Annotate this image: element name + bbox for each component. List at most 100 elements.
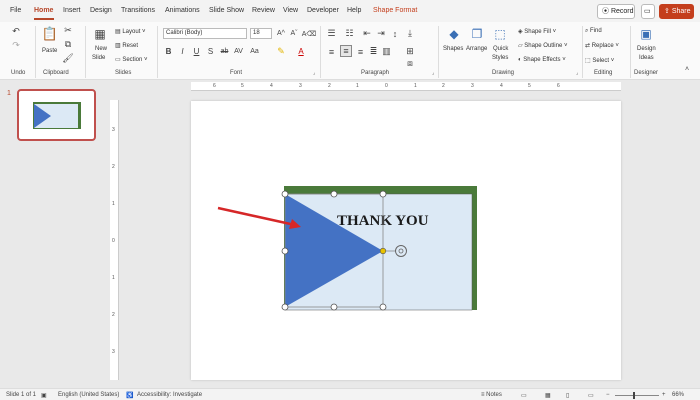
tab-slide-show[interactable]: Slide Show (209, 7, 244, 14)
shapes-button[interactable]: Shapes (443, 46, 463, 52)
text-direction-icon[interactable]: ⤓ (405, 28, 415, 38)
shape-effects-button[interactable]: ◐ Shape Effects ˅ (518, 57, 566, 63)
resize-handle[interactable] (379, 303, 387, 311)
format-painter-icon[interactable]: 🖌 (62, 53, 73, 63)
resize-handle[interactable] (379, 190, 387, 198)
align-left-icon[interactable]: ≡ (326, 46, 337, 57)
justify-icon[interactable]: ≣ (368, 46, 379, 57)
tab-animations[interactable]: Animations (165, 7, 200, 14)
find-button[interactable]: ⌕ Find (585, 28, 602, 35)
resize-handle[interactable] (330, 303, 338, 311)
select-button[interactable]: ⬚ Select ˅ (585, 57, 614, 64)
resize-handle[interactable] (281, 190, 289, 198)
zoom-slider-thumb[interactable] (633, 392, 635, 399)
tab-help[interactable]: Help (347, 7, 361, 14)
change-case-icon[interactable]: Aa (249, 46, 260, 56)
paragraph-dialog-launcher-icon[interactable]: ⌟ (432, 70, 434, 76)
quick-styles-label-2[interactable]: Styles (492, 55, 508, 61)
underline-icon[interactable]: U (192, 46, 201, 56)
align-text-icon[interactable]: ⊞ (405, 46, 415, 57)
strikethrough-icon[interactable]: ab (219, 46, 230, 56)
reset-button[interactable]: ▥ Reset (115, 42, 138, 49)
share-button[interactable]: ⇪ Share (659, 4, 694, 19)
reading-view-icon[interactable]: ▯ (566, 392, 569, 399)
language-status[interactable]: English (United States) (58, 392, 119, 398)
cut-icon[interactable]: ✂ (63, 25, 73, 35)
slide-sorter-icon[interactable]: ▦ (545, 392, 551, 399)
adjustment-handle[interactable] (379, 247, 387, 255)
tab-review[interactable]: Review (252, 7, 275, 14)
paste-button[interactable]: Paste (42, 48, 57, 54)
increase-font-icon[interactable]: A^ (276, 29, 286, 38)
drawing-dialog-launcher-icon[interactable]: ⌟ (576, 70, 578, 76)
shapes-icon[interactable]: ◆ (446, 26, 462, 42)
new-slide-label-2[interactable]: Slide (92, 55, 105, 61)
design-ideas-icon[interactable]: ▣ (638, 26, 654, 42)
decrease-indent-icon[interactable]: ⇤ (362, 28, 372, 38)
tab-design[interactable]: Design (90, 7, 112, 14)
zoom-level[interactable]: 66% (672, 392, 684, 398)
new-slide-icon[interactable]: ▦ (92, 25, 108, 43)
quick-styles-label-1[interactable]: Quick (493, 46, 508, 52)
decrease-font-icon[interactable]: Aˇ (289, 29, 299, 38)
line-spacing-icon[interactable]: ↕ (390, 29, 400, 39)
font-size-dropdown[interactable]: 18 (250, 28, 272, 39)
zoom-in-icon[interactable]: + (662, 392, 666, 398)
slide-thumbnail[interactable] (17, 89, 96, 141)
tab-home[interactable]: Home (34, 7, 53, 14)
slideshow-view-icon[interactable]: ▭ (588, 392, 594, 399)
font-dialog-launcher-icon[interactable]: ⌟ (313, 70, 315, 76)
record-button[interactable]: ⦿ Record (597, 4, 635, 19)
smartart-icon[interactable]: ⧈ (405, 58, 415, 68)
quick-styles-icon[interactable]: ⬚ (492, 26, 508, 42)
resize-handle[interactable] (330, 190, 338, 198)
shape-outline-button[interactable]: ▱ Shape Outline ˅ (518, 42, 567, 49)
layout-button[interactable]: ▤ Layout ˅ (115, 28, 146, 35)
increase-indent-icon[interactable]: ⇥ (376, 28, 386, 38)
section-button[interactable]: ▭ Section ˅ (115, 56, 148, 63)
arrange-icon[interactable]: ❐ (469, 26, 485, 42)
highlight-icon[interactable]: ✎ (276, 46, 286, 56)
ruler-tick-label: 5 (241, 83, 244, 89)
tab-transitions[interactable]: Transitions (121, 7, 155, 14)
resize-handle[interactable] (281, 247, 289, 255)
italic-icon[interactable]: I (178, 46, 187, 56)
normal-view-icon[interactable]: ▭ (521, 392, 527, 399)
design-ideas-label-1[interactable]: Design (637, 46, 656, 52)
columns-icon[interactable]: ▥ (381, 46, 392, 57)
copy-icon[interactable]: ⧉ (63, 39, 73, 49)
zoom-out-icon[interactable]: − (606, 392, 610, 398)
tab-file[interactable]: File (10, 7, 21, 14)
paste-icon[interactable]: 📋 (42, 25, 58, 43)
font-name-dropdown[interactable]: Calibri (Body) (163, 28, 247, 39)
new-slide-label-1[interactable]: New (95, 46, 107, 52)
collapse-ribbon-icon[interactable]: ˄ (682, 64, 692, 74)
tab-insert[interactable]: Insert (63, 7, 81, 14)
slide-content: THANK YOU (217, 186, 477, 311)
accessibility-status[interactable]: Accessibility: Investigate (137, 392, 202, 398)
zoom-slider[interactable] (615, 395, 659, 396)
tab-developer[interactable]: Developer (307, 7, 339, 14)
shape-fill-button[interactable]: ◈ Shape Fill ˅ (518, 28, 556, 35)
comments-button[interactable]: ▭ (641, 4, 655, 19)
align-center-icon[interactable]: ≡ (340, 45, 352, 57)
shadow-icon[interactable]: S (206, 46, 215, 56)
font-color-icon[interactable]: A (296, 46, 306, 56)
tab-shape-format[interactable]: Shape Format (373, 7, 417, 14)
bullets-icon[interactable]: ☰ (326, 28, 337, 38)
bold-icon[interactable]: B (164, 46, 173, 56)
slide-canvas[interactable]: THANK YOU (191, 101, 621, 380)
design-ideas-label-2[interactable]: Ideas (639, 55, 654, 61)
resize-handle[interactable] (281, 303, 289, 311)
character-spacing-icon[interactable]: AV (233, 46, 244, 56)
undo-icon[interactable]: ↶ (10, 26, 22, 36)
spelling-icon[interactable]: ▣ (41, 392, 47, 399)
numbering-icon[interactable]: ☷ (344, 28, 355, 38)
tab-view[interactable]: View (283, 7, 298, 14)
clear-formatting-icon[interactable]: A⌫ (302, 29, 317, 38)
redo-icon[interactable]: ↷ (10, 40, 22, 50)
replace-button[interactable]: ⇄ Replace ˅ (585, 42, 619, 49)
arrange-button[interactable]: Arrange (466, 46, 487, 52)
notes-button[interactable]: ≡ Notes (481, 392, 502, 398)
align-right-icon[interactable]: ≡ (355, 46, 366, 57)
